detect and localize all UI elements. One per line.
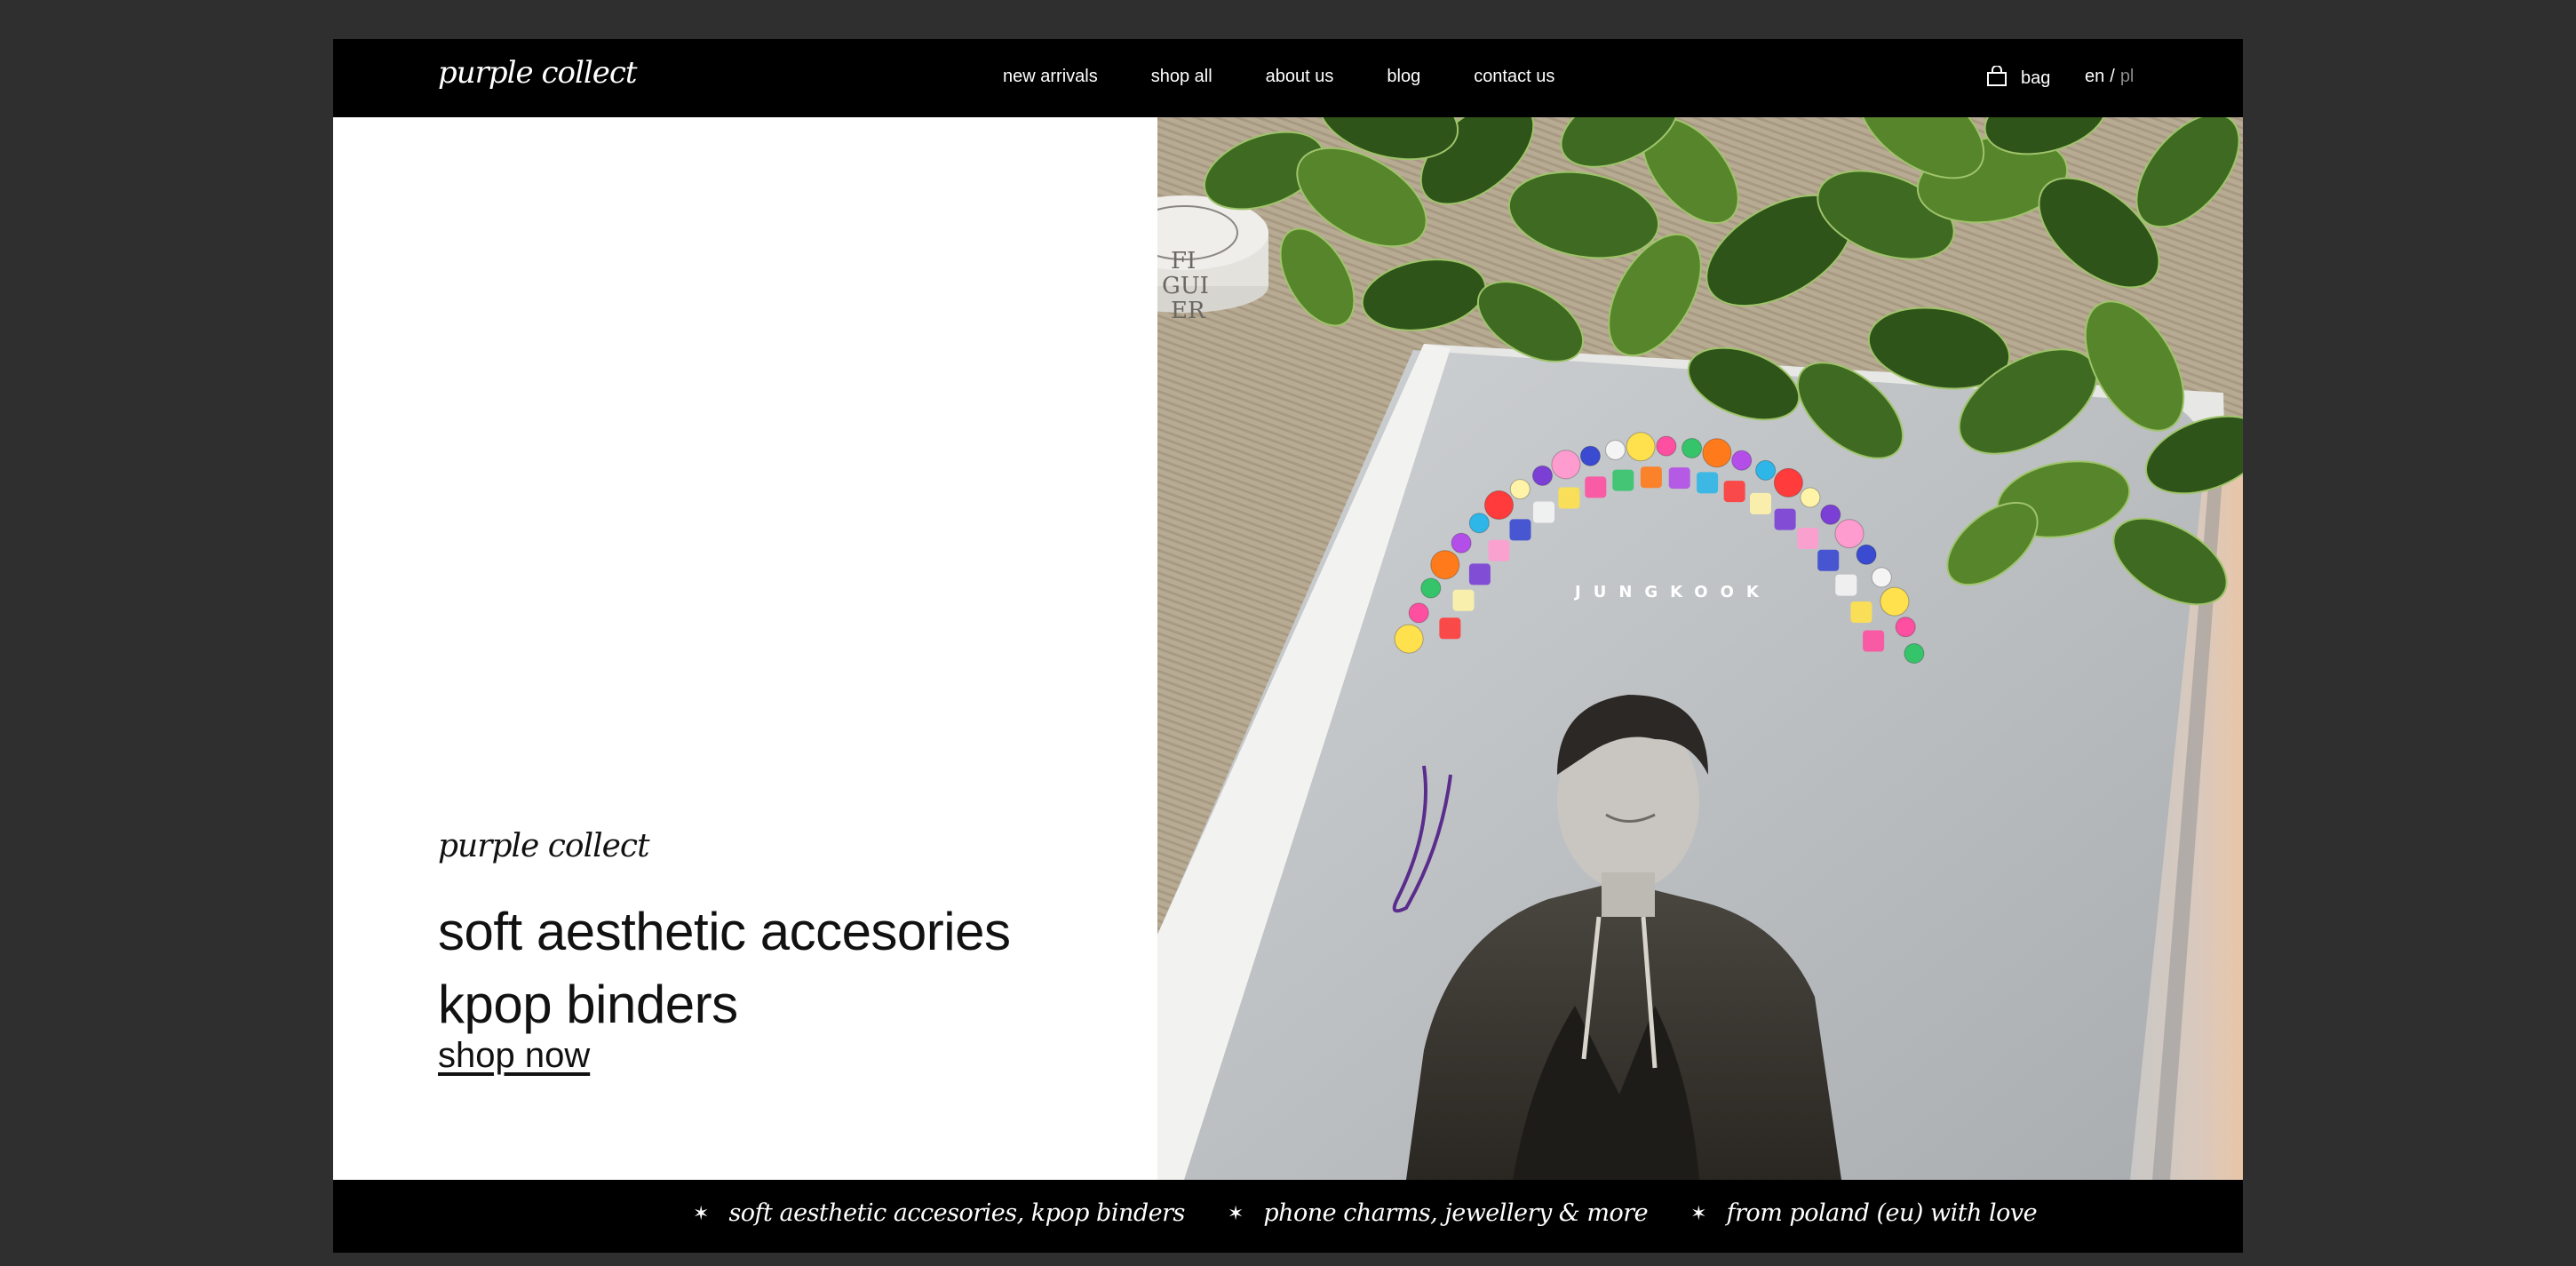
charm-bead — [1452, 589, 1475, 611]
lang-en-link[interactable]: en — [2085, 67, 2104, 86]
charm-bead — [1817, 549, 1840, 571]
charm-bead — [1871, 567, 1892, 588]
charm-bead — [1509, 479, 1530, 500]
top-navigation-bar: purple collect new arrivals shop all abo… — [333, 39, 2243, 117]
charm-bead — [1774, 508, 1796, 530]
nav-shop-all[interactable]: shop all — [1151, 67, 1212, 92]
hero-photo: FI GUI ER JUNGKOOK — [1157, 117, 2243, 1180]
ticker-item: ✶ phone charms, jewellery & more — [1227, 1199, 1649, 1227]
charm-bead — [1585, 476, 1607, 498]
charm-bead — [1731, 450, 1753, 471]
shop-now-link[interactable]: shop now — [438, 1036, 590, 1076]
ticker-text-2: phone charms, jewellery & more — [1263, 1199, 1649, 1227]
ticker-item: ✶ from poland (eu) with love — [1690, 1199, 2038, 1227]
main-nav: new arrivals shop all about us blog cont… — [1003, 67, 1608, 92]
candle-label-line-2: GUI — [1162, 273, 1209, 299]
nav-about-us[interactable]: about us — [1266, 67, 1334, 92]
charm-bead — [1488, 539, 1510, 561]
charm-bead — [1579, 445, 1601, 466]
charm-bead — [1420, 577, 1442, 599]
nav-new-arrivals[interactable]: new arrivals — [1003, 67, 1098, 92]
charm-bead — [1773, 467, 1803, 498]
ticker-text-3: from poland (eu) with love — [1726, 1199, 2038, 1227]
marquee-ticker: ✶ soft aesthetic accesories, kpop binder… — [333, 1180, 2243, 1253]
charm-bead — [1820, 504, 1841, 525]
charm-bead — [1468, 513, 1490, 534]
nav-contact-us[interactable]: contact us — [1474, 67, 1554, 92]
candle-label-line-1: FI — [1171, 248, 1196, 275]
charm-bead — [1755, 459, 1777, 481]
candle-label-line-3: ER — [1171, 298, 1206, 324]
charm-bead — [1856, 544, 1877, 565]
charm-bead — [1468, 563, 1491, 585]
charm-bead — [1626, 432, 1656, 462]
charm-bead — [1509, 519, 1531, 541]
charm-bead — [1551, 450, 1581, 480]
language-switcher: en / pl — [2085, 67, 2134, 87]
charm-bead — [1850, 601, 1872, 623]
charm-bead — [1863, 630, 1885, 652]
charm-bead — [1430, 550, 1460, 580]
hero-text-panel: purple collect soft aesthetic accesories… — [333, 117, 1157, 1180]
logo[interactable]: purple collect — [438, 55, 638, 91]
charm-bead — [1640, 466, 1662, 489]
nav-blog[interactable]: blog — [1387, 67, 1420, 92]
charm-bead — [1656, 435, 1677, 457]
ticker-item: ✶ soft aesthetic accesories, kpop binder… — [693, 1199, 1185, 1227]
hero-tagline-line-2: kpop binders — [438, 975, 738, 1034]
charm-bead — [1895, 617, 1916, 638]
hero-tagline-line-1: soft aesthetic accesories — [438, 902, 1011, 961]
lang-pl-link[interactable]: pl — [2120, 67, 2135, 86]
charm-bead — [1394, 624, 1424, 654]
charm-bead — [1904, 643, 1925, 664]
ticker-text-1: soft aesthetic accesories, kpop binders — [728, 1199, 1185, 1227]
charm-bead — [1532, 465, 1553, 486]
charm-bead — [1668, 467, 1690, 490]
charm-bead — [1605, 440, 1626, 460]
charm-bead — [1723, 481, 1745, 503]
site-frame: purple collect new arrivals shop all abo… — [333, 39, 2243, 1253]
charm-bead — [1835, 574, 1857, 596]
charm-bead — [1484, 490, 1514, 520]
charm-bead — [1834, 519, 1864, 549]
charm-bead — [1612, 469, 1634, 491]
lang-separator: / — [2110, 67, 2115, 86]
sparkle-icon: ✶ — [693, 1201, 710, 1224]
charm-bead — [1800, 487, 1821, 508]
bag-label: bag — [2021, 68, 2051, 88]
charm-bead — [1797, 528, 1819, 549]
charm-letter-beads: JUNGKOOK — [1573, 583, 1771, 601]
sparkle-icon: ✶ — [1690, 1201, 1707, 1224]
charm-bead — [1558, 487, 1580, 509]
hero-brand-name: purple collect — [438, 828, 650, 864]
ticker-track: ✶ soft aesthetic accesories, kpop binder… — [693, 1199, 2079, 1227]
charm-bead — [1451, 532, 1472, 553]
charm-bead — [1880, 586, 1910, 617]
charm-bead — [1682, 438, 1703, 458]
charm-bead — [1702, 438, 1732, 468]
hero-tagline: soft aesthetic accesories kpop binders — [438, 896, 1113, 1041]
charm-bead — [1697, 472, 1719, 494]
charm-bead — [1533, 501, 1554, 523]
charm-bead — [1408, 602, 1429, 624]
bag-button[interactable]: bag — [1985, 65, 2051, 92]
shopping-bag-icon — [1985, 65, 2008, 92]
charm-bead — [1750, 492, 1771, 514]
charm-bead — [1439, 617, 1461, 640]
sparkle-icon: ✶ — [1227, 1201, 1244, 1224]
